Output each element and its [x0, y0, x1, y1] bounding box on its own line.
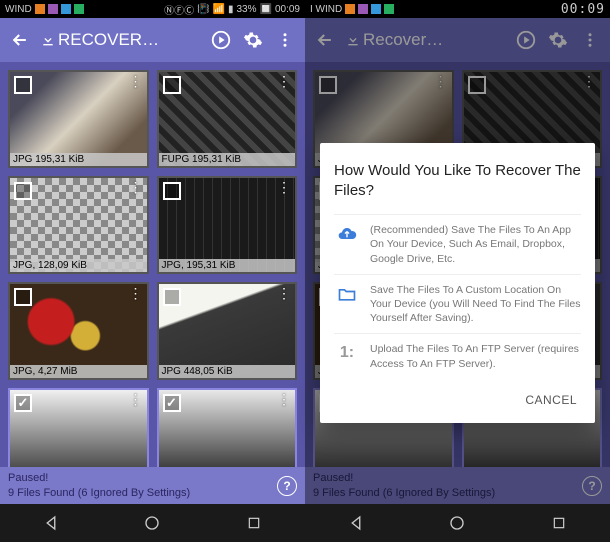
file-tile[interactable]: ⋮ JPG 448,05 KiB: [157, 282, 298, 380]
status-notif-icon: [384, 4, 394, 14]
tile-menu-icon[interactable]: ⋮: [129, 394, 143, 404]
file-label: JPG 195,31 KiB: [10, 153, 147, 166]
recover-option-cloud[interactable]: (Recommended) Save The Files To An App O…: [334, 214, 581, 274]
nav-recent-button[interactable]: [244, 513, 264, 533]
tile-menu-icon[interactable]: ⋮: [277, 394, 291, 404]
tile-menu-icon[interactable]: ⋮: [129, 288, 143, 298]
clock-label: 00:09: [275, 4, 300, 15]
overflow-menu-button[interactable]: [273, 28, 297, 52]
status-footer: Paused! 9 Files Found (6 Ignored By Sett…: [0, 467, 305, 504]
dialog-title: How Would You Like To Recover The Files?: [334, 161, 581, 200]
download-icon: [40, 32, 56, 48]
app-bar: Recover…: [305, 18, 610, 62]
app-bar: RECOVER…: [0, 18, 305, 62]
battery-icon: 🔲: [260, 4, 272, 15]
help-button[interactable]: ?: [582, 476, 602, 496]
file-label: FUPG 195,31 KiB: [159, 153, 296, 166]
left-screen: WIND ⓃⒻⒸ 📳 📶 ▮ 33% 🔲 00:09 RECOVER…: [0, 0, 305, 542]
tile-menu-icon[interactable]: ⋮: [129, 76, 143, 86]
tile-menu-icon[interactable]: ⋮: [277, 182, 291, 192]
file-label: JPG, 4,27 MiB: [10, 365, 147, 378]
play-button[interactable]: [209, 28, 233, 52]
nav-bar: [0, 504, 305, 542]
status-notif-icon: [358, 4, 368, 14]
status-notif-icon: [48, 4, 58, 14]
status-bar: I WIND 00:09: [305, 0, 610, 18]
settings-button[interactable]: [241, 28, 265, 52]
option-text: (Recommended) Save The Files To An App O…: [370, 223, 581, 266]
nav-home-button[interactable]: [142, 513, 162, 533]
carrier-label: WIND: [5, 4, 32, 15]
download-icon: [345, 32, 361, 48]
settings-button[interactable]: [546, 28, 570, 52]
tile-menu-icon[interactable]: ⋮: [277, 288, 291, 298]
scan-count: 9 Files Found (6 Ignored By Settings): [8, 486, 190, 500]
signal-icon: ▮: [228, 4, 234, 15]
app-title: RECOVER…: [40, 30, 201, 50]
file-label: JPG, 195,31 KiB: [159, 259, 296, 272]
right-screen: I WIND 00:09 Recover… ⋮JPG 195,31 KiB: [305, 0, 610, 542]
select-checkbox[interactable]: [163, 394, 181, 412]
recover-dialog: How Would You Like To Recover The Files?…: [320, 143, 595, 422]
app-title: Recover…: [345, 30, 506, 50]
recover-option-folder[interactable]: Save The Files To A Custom Location On Y…: [334, 274, 581, 334]
tile-menu-icon[interactable]: ⋮: [129, 182, 143, 192]
select-checkbox[interactable]: [14, 182, 32, 200]
tile-menu-icon[interactable]: ⋮: [277, 76, 291, 86]
option-number-icon: 1:: [334, 342, 360, 364]
overflow-menu-button[interactable]: [578, 28, 602, 52]
select-checkbox[interactable]: [14, 288, 32, 306]
clock-label: 00:09: [561, 2, 605, 17]
status-notif-icon: [35, 4, 45, 14]
thumbnail-grid: ⋮ JPG 195,31 KiB ⋮ FUPG 195,31 KiB ⋮ JPG…: [0, 62, 305, 467]
option-text: Save The Files To A Custom Location On Y…: [370, 283, 581, 326]
file-label: JPG, 128,09 KiB: [10, 259, 147, 272]
scan-status: Paused!: [8, 471, 190, 485]
status-bar: WIND ⓃⒻⒸ 📳 📶 ▮ 33% 🔲 00:09: [0, 0, 305, 18]
back-button[interactable]: [8, 28, 32, 52]
cloud-upload-icon: [334, 223, 360, 245]
file-tile[interactable]: ⋮ JPG 195,31 KiB: [8, 70, 149, 168]
file-tile[interactable]: ⋮ FUPG 195,31 KiB: [157, 70, 298, 168]
recover-option-ftp[interactable]: 1: Upload The Files To An FTP Server (re…: [334, 333, 581, 378]
file-tile[interactable]: ⋮ JPG 19531 KiB: [8, 388, 149, 467]
select-checkbox[interactable]: [163, 76, 181, 94]
select-checkbox[interactable]: [14, 76, 32, 94]
file-tile[interactable]: ⋮ JPG, 4,27 MiB: [8, 282, 149, 380]
nav-home-button[interactable]: [447, 513, 467, 533]
help-button[interactable]: ?: [277, 476, 297, 496]
carrier-label: I WIND: [310, 4, 342, 15]
folder-icon: [334, 283, 360, 305]
nav-back-button[interactable]: [41, 513, 61, 533]
option-text: Upload The Files To An FTP Server (requi…: [370, 342, 581, 370]
nav-bar: [305, 504, 610, 542]
wifi-icon: 📶: [213, 4, 225, 15]
file-tile[interactable]: ⋮ JPG 19531 KiB: [157, 388, 298, 467]
nav-recent-button[interactable]: [549, 513, 569, 533]
vibrate-icon: 📳: [197, 4, 209, 15]
file-tile[interactable]: ⋮ JPG, 195,31 KiB: [157, 176, 298, 274]
scan-count: 9 Files Found (6 Ignored By Settings): [313, 486, 495, 500]
select-checkbox[interactable]: [163, 182, 181, 200]
status-notif-icon: [371, 4, 381, 14]
status-footer: Paused! 9 Files Found (6 Ignored By Sett…: [305, 467, 610, 504]
status-notif-icon: [74, 4, 84, 14]
cancel-button[interactable]: CANCEL: [521, 387, 581, 413]
select-checkbox[interactable]: [163, 288, 181, 306]
back-button[interactable]: [313, 28, 337, 52]
file-tile[interactable]: ⋮ JPG, 128,09 KiB: [8, 176, 149, 274]
nav-back-button[interactable]: [346, 513, 366, 533]
play-button[interactable]: [514, 28, 538, 52]
status-notif-icon: [345, 4, 355, 14]
nfc-icon: ⓃⒻⒸ: [164, 2, 194, 17]
select-checkbox[interactable]: [14, 394, 32, 412]
status-notif-icon: [61, 4, 71, 14]
battery-label: 33%: [237, 4, 257, 15]
scan-status: Paused!: [313, 471, 495, 485]
file-label: JPG 448,05 KiB: [159, 365, 296, 378]
